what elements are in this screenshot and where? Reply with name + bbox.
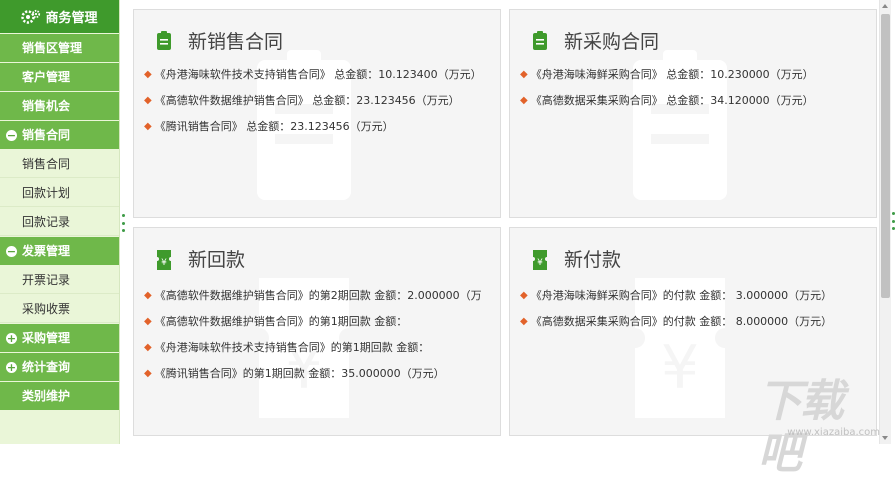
list-item[interactable]: ◆ 《高德数据采集采购合同》 总金额：34.120000（万元） xyxy=(520,93,872,119)
scroll-thumb[interactable] xyxy=(881,14,890,298)
list-item[interactable]: ◆ 《舟港海味海鲜采购合同》的付款 金额： 3.000000（万元） xyxy=(520,288,872,314)
bullet-icon: ◆ xyxy=(144,342,152,353)
list-item[interactable]: ◆ 《舟港海味软件技术支持销售合同》 总金额：10.123400（万元） xyxy=(144,67,496,93)
bullet-icon: ◆ xyxy=(144,95,152,106)
panel-title: ¥ 新回款 xyxy=(156,245,245,272)
scroll-up-icon[interactable] xyxy=(882,4,888,8)
sidebar: 商务管理 销售区管理 客户管理 销售机会 − 销售合同 销售合同 回款计划 回款… xyxy=(0,0,120,444)
list-item[interactable]: ◆ 《高德软件数据维护销售合同》的第1期回款 金额： xyxy=(144,314,496,340)
panel-title-text: 新销售合同 xyxy=(188,31,284,53)
document-icon xyxy=(532,30,548,51)
sidebar-item-payment-record[interactable]: 回款记录 xyxy=(0,208,119,236)
panel-title-text: 新采购合同 xyxy=(564,31,660,53)
panel-new-purchase-contract: 新采购合同 ◆ 《舟港海味海鲜采购合同》 总金额：10.230000（万元） ◆ 《… xyxy=(509,9,877,218)
panel-title: ¥ 新付款 xyxy=(532,245,621,272)
bullet-icon: ◆ xyxy=(144,316,152,327)
list-item[interactable]: ◆ 《腾讯销售合同》的第1期回款 金额：35.000000（万元） xyxy=(144,366,496,392)
panel-title-text: 新付款 xyxy=(564,249,622,271)
sidebar-group-sales-contract[interactable]: − 销售合同 xyxy=(0,121,119,149)
bullet-icon: ◆ xyxy=(520,316,528,327)
right-resize-handle[interactable] xyxy=(891,212,895,230)
sidebar-item-customers[interactable]: 客户管理 xyxy=(0,63,119,91)
expand-icon: + xyxy=(6,331,17,345)
sidebar-group-label: 发票管理 xyxy=(22,244,71,258)
svg-text:¥: ¥ xyxy=(161,258,167,268)
bullet-icon: ◆ xyxy=(144,290,152,301)
logo-url: www.xiazaiba.com xyxy=(787,427,880,438)
bullet-icon: ◆ xyxy=(520,95,528,106)
brand-logo: 下载吧 www.xiazaiba.com xyxy=(758,376,882,479)
list-item[interactable]: ◆ 《高德软件数据维护销售合同》的第2期回款 金额：2.000000（万 xyxy=(144,288,496,314)
sidebar-header[interactable]: 商务管理 xyxy=(0,0,119,33)
collapse-icon: − xyxy=(6,128,17,142)
sidebar-header-label: 商务管理 xyxy=(45,11,98,26)
sidebar-group-label: 销售合同 xyxy=(22,128,71,142)
panel-title: 新销售合同 xyxy=(156,27,283,54)
bullet-icon: ◆ xyxy=(144,368,152,379)
ticket-icon: ¥ xyxy=(532,249,548,270)
collapse-icon: − xyxy=(6,244,17,258)
bullet-icon: ◆ xyxy=(520,290,528,301)
panel-title-text: 新回款 xyxy=(188,249,246,271)
sidebar-item-sales-opportunity[interactable]: 销售机会 xyxy=(0,92,119,120)
sidebar-group-purchase[interactable]: + 采购管理 xyxy=(0,324,119,352)
list-item[interactable]: ◆ 《舟港海味软件技术支持销售合同》的第1期回款 金额： xyxy=(144,340,496,366)
panel-new-sales-contract: 新销售合同 ◆ 《舟港海味软件技术支持销售合同》 总金额：10.123400（万元… xyxy=(133,9,501,218)
sidebar-group-label: 采购管理 xyxy=(22,331,71,345)
sidebar-item-invoice-record[interactable]: 开票记录 xyxy=(0,266,119,294)
svg-text:¥: ¥ xyxy=(661,333,699,403)
bullet-icon: ◆ xyxy=(520,69,528,80)
scroll-down-icon[interactable] xyxy=(882,436,888,440)
list-item[interactable]: ◆ 《高德软件数据维护销售合同》 总金额：23.123456（万元） xyxy=(144,93,496,119)
bullet-icon: ◆ xyxy=(144,69,152,80)
gear-icon xyxy=(21,9,41,25)
sidebar-item-sales-area[interactable]: 销售区管理 xyxy=(0,34,119,62)
panel-title: 新采购合同 xyxy=(532,27,659,54)
document-icon xyxy=(156,30,172,51)
sidebar-resize-handle[interactable] xyxy=(121,214,125,232)
ticket-icon: ¥ xyxy=(156,249,172,270)
sidebar-group-statistics[interactable]: + 统计查询 xyxy=(0,353,119,381)
sidebar-item-purchase-invoice[interactable]: 采购收票 xyxy=(0,295,119,323)
bullet-icon: ◆ xyxy=(144,121,152,132)
sidebar-item-sales-contract[interactable]: 销售合同 xyxy=(0,150,119,178)
panel-new-payment-received: ¥ ¥ 新回款 ◆ 《高德软件数据维护销售合同》的第2期回款 金额：2.00000… xyxy=(133,227,501,436)
sidebar-item-payment-plan[interactable]: 回款计划 xyxy=(0,179,119,207)
sidebar-item-category-maintenance[interactable]: 类别维护 xyxy=(0,382,119,410)
list-item[interactable]: ◆ 《高德数据采集采购合同》的付款 金额： 8.000000（万元） xyxy=(520,314,872,340)
svg-text:¥: ¥ xyxy=(537,258,543,268)
sidebar-group-label: 统计查询 xyxy=(22,360,71,374)
expand-icon: + xyxy=(6,360,17,374)
sidebar-group-invoice[interactable]: − 发票管理 xyxy=(0,237,119,265)
list-item[interactable]: ◆ 《舟港海味海鲜采购合同》 总金额：10.230000（万元） xyxy=(520,67,872,93)
list-item[interactable]: ◆ 《腾讯销售合同》 总金额：23.123456（万元） xyxy=(144,119,496,145)
